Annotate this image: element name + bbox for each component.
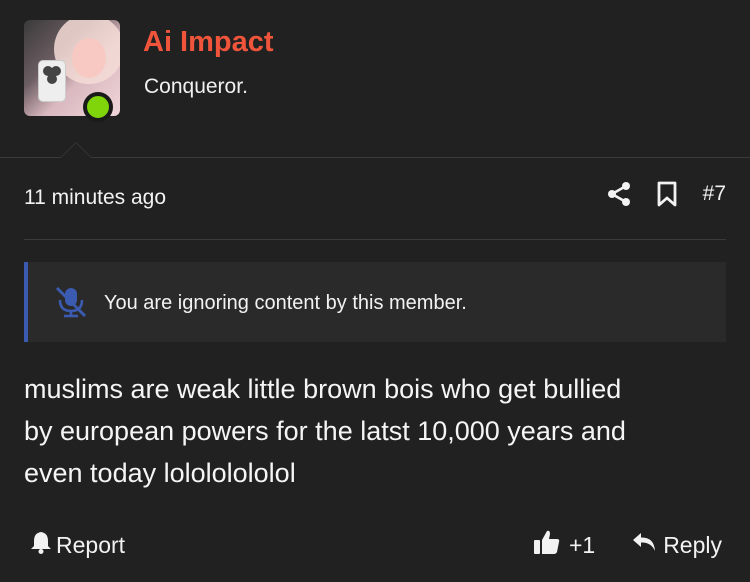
message-line: even today lolololololol [24,458,296,488]
ignored-notice-text: You are ignoring content by this member. [104,292,467,314]
reaction-count: +1 [568,531,596,558]
bell-icon [30,530,52,560]
avatar-camera [43,66,53,76]
author-name[interactable]: Ai Impact [143,26,274,59]
header-divider [0,157,750,158]
meta-divider [24,239,726,240]
post-footer-actions: +1 Reply [533,528,722,562]
report-button[interactable]: Report [30,530,125,560]
reply-button[interactable]: Reply [631,531,722,559]
message-line: muslims are weak little brown bois who g… [24,374,622,404]
thumbs-up-icon [533,528,561,562]
reply-label: Reply [663,531,722,558]
ignored-content-notice: You are ignoring content by this member. [24,262,726,342]
reaction-button[interactable]: +1 [533,528,595,562]
online-status-indicator [83,92,113,122]
bookmark-icon[interactable] [657,181,677,207]
post-message: muslims are weak little brown bois who g… [24,368,726,494]
post-meta-actions: #7 [607,181,726,207]
share-icon[interactable] [607,181,631,207]
report-label: Report [56,531,126,558]
post-number[interactable]: #7 [703,182,726,206]
header-pointer [60,142,92,158]
microphone-slash-icon [54,286,88,323]
message-line: by european powers for the latst 10,000 … [24,416,626,446]
avatar-phone [38,60,66,102]
avatar-face [72,38,106,78]
author-title: Conqueror. [144,75,248,98]
post-timestamp[interactable]: 11 minutes ago [24,186,166,210]
reply-arrow-icon [631,531,657,559]
post-header: Ai Impact Conqueror. [0,0,750,158]
